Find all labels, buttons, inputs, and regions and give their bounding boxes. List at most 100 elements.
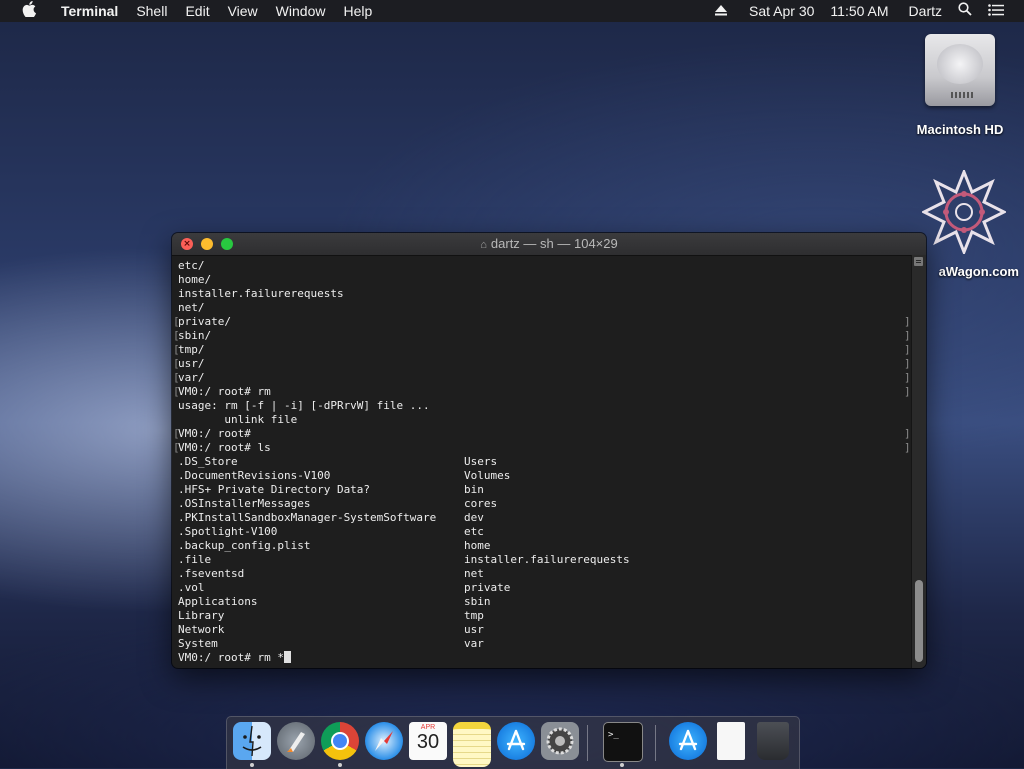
ls-entry: .HFS+ Private Directory Data? — [178, 483, 371, 496]
desktop-icon-label: Macintosh HD — [916, 122, 1004, 137]
ls-entry: .backup_config.plist — [178, 539, 311, 552]
ls-entry: cores — [464, 497, 498, 510]
dock: APR 30 >_ — [226, 716, 800, 769]
terminal-line: VM0:/ root# ls — [178, 441, 271, 454]
terminal-line: home/ — [178, 273, 212, 286]
dock-document-icon[interactable] — [717, 722, 745, 760]
dock-separator — [587, 725, 588, 761]
line-mark-bracket: ] — [904, 427, 911, 440]
prompt-text: VM0:/ root# rm * — [178, 651, 284, 664]
ls-entry: bin — [464, 483, 484, 496]
ls-entry: Volumes — [464, 469, 511, 482]
window-titlebar[interactable]: × ⌂ dartz — sh — 104×29 — [172, 233, 926, 256]
ls-entry: tmp — [464, 609, 484, 622]
window-title: ⌂ dartz — sh — 104×29 — [480, 236, 618, 251]
ls-entry: sbin — [464, 595, 491, 608]
ls-row: .fseventsd net — [178, 567, 898, 581]
terminal-line: unlink file — [178, 413, 298, 426]
line-mark-bracket: [ — [173, 385, 180, 398]
terminal-prompt-line: VM0:/ root# rm * — [178, 651, 291, 665]
line-mark-bracket: ] — [904, 371, 911, 384]
calendar-day: 30 — [416, 731, 440, 753]
line-mark-bracket: ] — [904, 315, 911, 328]
line-mark-bracket: [ — [173, 357, 180, 370]
menubar-date[interactable]: Sat Apr 30 — [741, 0, 822, 22]
eject-icon[interactable] — [707, 0, 735, 22]
terminal-line: VM0:/ root# — [178, 427, 251, 440]
ls-entry: System — [178, 637, 218, 650]
dock-terminal-icon[interactable]: >_ — [603, 722, 643, 762]
menu-edit[interactable]: Edit — [176, 0, 218, 22]
menubar-time[interactable]: 11:50 AM — [822, 0, 896, 22]
spotlight-search-icon[interactable] — [950, 0, 980, 22]
dock-safari-icon[interactable] — [365, 722, 403, 760]
line-mark-bracket: [ — [173, 371, 180, 384]
dock-trash-icon[interactable] — [757, 722, 789, 760]
line-mark-bracket: ] — [904, 329, 911, 342]
star-emblem-icon — [920, 167, 1008, 257]
terminal-output[interactable]: etc/home/installer.failurerequests net/pr… — [172, 256, 912, 668]
text-cursor — [283, 651, 291, 663]
menu-help[interactable]: Help — [334, 0, 381, 22]
terminal-line: tmp/ — [178, 343, 205, 356]
dock-app-store-icon[interactable] — [497, 722, 535, 760]
ls-entry: .Spotlight-V100 — [178, 525, 278, 538]
menu-bar: Terminal Shell Edit View Window Help Sat… — [0, 0, 1024, 22]
notification-center-icon[interactable] — [980, 0, 1012, 22]
menu-view[interactable]: View — [219, 0, 267, 22]
scrollbar-thumb[interactable] — [915, 580, 923, 662]
ls-entry: .fseventsd — [178, 567, 245, 580]
line-mark-bracket: [ — [173, 315, 180, 328]
running-indicator — [620, 763, 624, 767]
ls-row: .DS_Store Users — [178, 455, 898, 469]
dock-chrome-icon[interactable] — [321, 722, 359, 760]
ls-entry: var — [464, 637, 484, 650]
apple-icon[interactable] — [18, 1, 40, 21]
ls-entry: private — [464, 581, 511, 594]
ls-entry: Applications — [178, 595, 258, 608]
dock-launchpad-icon[interactable] — [277, 722, 315, 760]
ls-entry: installer.failurerequests — [464, 553, 630, 566]
hard-drive-icon — [925, 34, 995, 106]
menu-window[interactable]: Window — [267, 0, 335, 22]
running-indicator — [250, 763, 254, 767]
terminal-window[interactable]: × ⌂ dartz — sh — 104×29 etc/home/installe… — [172, 233, 926, 668]
ls-entry: Network — [178, 623, 225, 636]
ls-entry: usr — [464, 623, 484, 636]
ls-entry: .file — [178, 553, 212, 566]
line-mark-bracket: ] — [904, 343, 911, 356]
ls-entry: .OSInstallerMessages — [178, 497, 311, 510]
ls-row: .Spotlight-V100 etc — [178, 525, 898, 539]
ls-entry: etc — [464, 525, 484, 538]
ls-entry: .PKInstallSandboxManager-SystemSoftware — [178, 511, 437, 524]
dock-notes-icon[interactable] — [453, 722, 491, 767]
ls-entry: dev — [464, 511, 484, 524]
dock-calendar-icon[interactable]: APR 30 — [409, 722, 447, 760]
ls-entry: .DocumentRevisions-V100 — [178, 469, 331, 482]
ls-row: .file installer.failurerequests — [178, 553, 898, 567]
vertical-scrollbar[interactable] — [911, 255, 926, 668]
running-indicator — [338, 763, 342, 767]
ls-row: .OSInstallerMessages cores — [178, 497, 898, 511]
ls-entry: .DS_Store — [178, 455, 238, 468]
terminal-line: installer.failurerequests — [178, 287, 344, 300]
ls-row: .vol private — [178, 581, 898, 595]
dock-separator — [655, 725, 656, 761]
desktop-icon-macintosh-hd[interactable]: Macintosh HD — [905, 34, 1015, 137]
dock-app-store-folder-icon[interactable] — [669, 722, 707, 760]
terminal-line: var/ — [178, 371, 205, 384]
terminal-line: usr/ — [178, 357, 205, 370]
terminal-line: sbin/ — [178, 329, 212, 342]
ls-row: Network usr — [178, 623, 898, 637]
ls-entry: Users — [464, 455, 498, 468]
menu-app-terminal[interactable]: Terminal — [52, 0, 127, 22]
dock-finder-icon[interactable] — [233, 722, 271, 760]
terminal-line: private/ — [178, 315, 231, 328]
ls-row: .backup_config.plist home — [178, 539, 898, 553]
menu-shell[interactable]: Shell — [127, 0, 176, 22]
dock-system-preferences-icon[interactable] — [541, 722, 579, 760]
menubar-user[interactable]: Dartz — [901, 0, 950, 22]
scroll-marker-icon[interactable] — [914, 257, 923, 266]
line-mark-bracket: [ — [173, 441, 180, 454]
svg-text:>_: >_ — [608, 730, 619, 740]
